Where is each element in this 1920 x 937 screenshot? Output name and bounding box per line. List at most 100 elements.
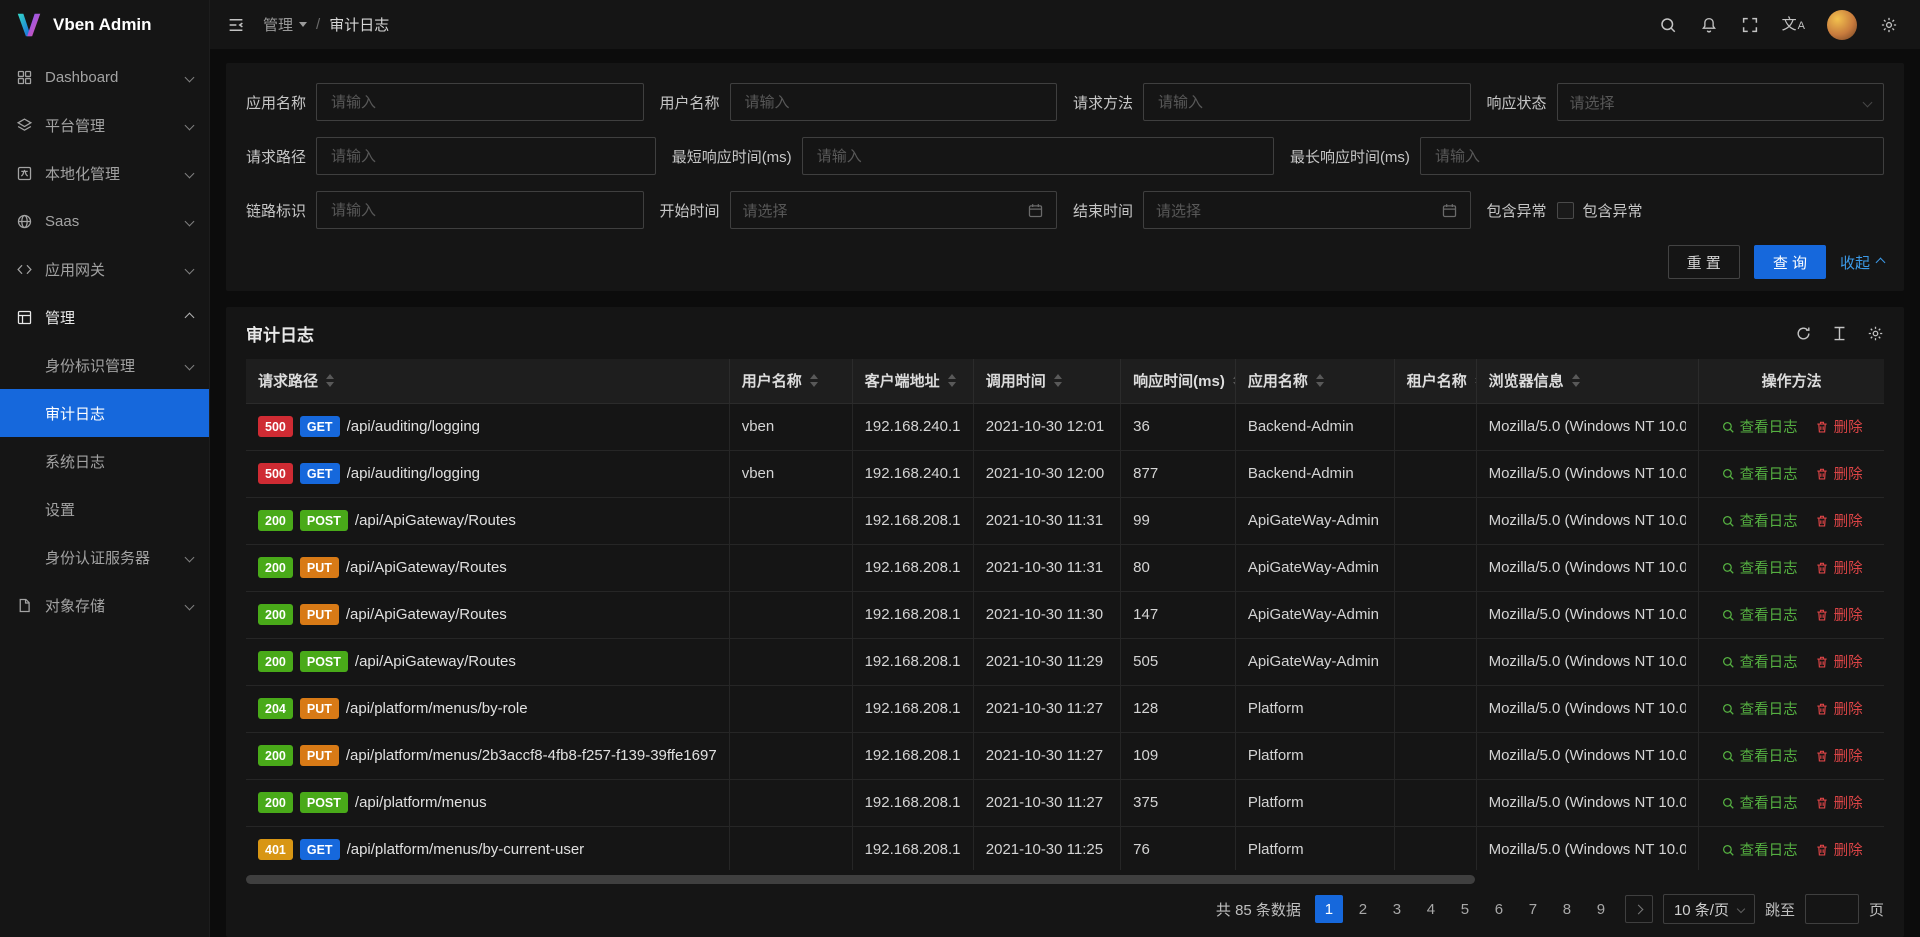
column-header[interactable]: 浏览器信息 [1476,359,1699,403]
request-method-input[interactable] [1156,93,1457,112]
status-badge: 204 [258,698,293,719]
page-button-6[interactable]: 6 [1485,895,1513,923]
column-header[interactable]: 租户名称 [1394,359,1476,403]
response-time-cell: 128 [1121,685,1236,732]
app-name-input[interactable] [329,93,630,112]
delete-button[interactable]: 删除 [1815,651,1863,672]
page-button-2[interactable]: 2 [1349,895,1377,923]
delete-button[interactable]: 删除 [1815,698,1863,719]
column-header[interactable]: 客户端地址 [852,359,973,403]
sort-icon[interactable] [1054,374,1062,387]
sidebar-item[interactable]: 平台管理 [0,101,209,149]
request-path: /api/auditing/logging [347,465,480,482]
view-log-button[interactable]: 查看日志 [1721,463,1798,484]
min-response-time-input[interactable] [815,147,1261,166]
sidebar-item[interactable]: Dashboard [0,53,209,101]
collapse-link[interactable]: 收起 [1840,252,1884,273]
search-icon[interactable] [1659,15,1678,34]
sidebar-item[interactable]: 身份认证服务器 [0,533,209,581]
delete-button[interactable]: 删除 [1815,839,1863,860]
app-name-cell: Platform [1235,685,1394,732]
jump-page-input[interactable] [1805,894,1859,924]
query-button[interactable]: 查 询 [1754,245,1826,279]
column-header[interactable]: 响应时间(ms) [1121,359,1236,403]
view-log-button[interactable]: 查看日志 [1721,604,1798,625]
column-header[interactable]: 应用名称 [1235,359,1394,403]
sort-icon[interactable] [810,374,818,387]
page-button-1[interactable]: 1 [1315,895,1343,923]
logo[interactable]: Vben Admin [0,0,209,49]
column-header[interactable]: 用户名称 [729,359,852,403]
include-exception-checkbox[interactable] [1557,202,1574,219]
status-badge: 200 [258,651,293,672]
sort-icon[interactable] [326,374,334,387]
sort-icon[interactable] [948,374,956,387]
delete-button[interactable]: 删除 [1815,604,1863,625]
fullscreen-icon[interactable] [1741,15,1760,34]
sidebar-item[interactable]: 应用网关 [0,245,209,293]
page-button-3[interactable]: 3 [1383,895,1411,923]
max-response-time-input[interactable] [1433,147,1871,166]
page-button-9[interactable]: 9 [1587,895,1615,923]
delete-button[interactable]: 删除 [1815,792,1863,813]
view-log-button[interactable]: 查看日志 [1721,557,1798,578]
refresh-icon[interactable] [1795,325,1812,342]
view-log-button[interactable]: 查看日志 [1721,698,1798,719]
field-label: 包含异常 [1487,200,1547,221]
view-log-button[interactable]: 查看日志 [1721,745,1798,766]
row-height-icon[interactable] [1831,325,1848,342]
chevron-up-icon [1876,257,1886,267]
tenant-cell [1394,497,1476,544]
sidebar-item[interactable]: Saas [0,197,209,245]
sort-icon[interactable] [1572,374,1580,387]
page-button-4[interactable]: 4 [1417,895,1445,923]
view-log-button[interactable]: 查看日志 [1721,839,1798,860]
page-button-5[interactable]: 5 [1451,895,1479,923]
page-button-7[interactable]: 7 [1519,895,1547,923]
column-header[interactable]: 请求路径 [246,359,729,403]
user-name-input[interactable] [743,93,1044,112]
sidebar-item[interactable]: 管理 [0,293,209,341]
user-cell: vben [729,403,852,450]
reset-button[interactable]: 重 置 [1668,245,1740,279]
scrollbar-thumb[interactable] [246,875,1475,884]
page-button-8[interactable]: 8 [1553,895,1581,923]
page-size-select[interactable]: 10 条/页 [1663,894,1755,924]
sort-icon[interactable] [1316,374,1324,387]
sidebar-item[interactable]: 身份标识管理 [0,341,209,389]
settings-gear-icon[interactable] [1879,15,1898,34]
delete-button[interactable]: 删除 [1815,510,1863,531]
sidebar-item[interactable]: 系统日志 [0,437,209,485]
notification-bell-icon[interactable] [1700,15,1719,34]
view-log-button[interactable]: 查看日志 [1721,416,1798,437]
response-time-cell: 109 [1121,732,1236,779]
delete-button[interactable]: 删除 [1815,463,1863,484]
end-time-date-picker[interactable]: 请选择 [1143,191,1470,229]
menu-fold-icon[interactable] [226,15,245,34]
table-toolbar [1795,325,1884,342]
language-translate-icon[interactable]: 文A [1782,17,1805,32]
column-settings-gear-icon[interactable] [1867,325,1884,342]
breadcrumb-root[interactable]: 管理 [263,14,307,35]
delete-button[interactable]: 删除 [1815,745,1863,766]
delete-button[interactable]: 删除 [1815,416,1863,437]
sidebar-item[interactable]: 审计日志 [0,389,209,437]
sidebar-item[interactable]: 设置 [0,485,209,533]
request-path-input[interactable] [329,147,643,166]
sidebar-item[interactable]: 本地化管理 [0,149,209,197]
view-log-button[interactable]: 查看日志 [1721,651,1798,672]
response-status-select[interactable]: 请选择 [1557,83,1884,121]
delete-button[interactable]: 删除 [1815,557,1863,578]
view-log-button[interactable]: 查看日志 [1721,792,1798,813]
view-log-button[interactable]: 查看日志 [1721,510,1798,531]
sidebar-item-label: Dashboard [45,69,186,86]
start-time-date-picker[interactable]: 请选择 [730,191,1057,229]
trace-id-input[interactable] [329,201,630,220]
user-avatar[interactable] [1827,10,1857,40]
horizontal-scrollbar [246,875,1884,885]
saas-icon [16,212,34,230]
response-time-cell: 99 [1121,497,1236,544]
column-header[interactable]: 调用时间 [973,359,1120,403]
next-page-button[interactable] [1625,895,1653,923]
sidebar-item[interactable]: 对象存储 [0,581,209,629]
